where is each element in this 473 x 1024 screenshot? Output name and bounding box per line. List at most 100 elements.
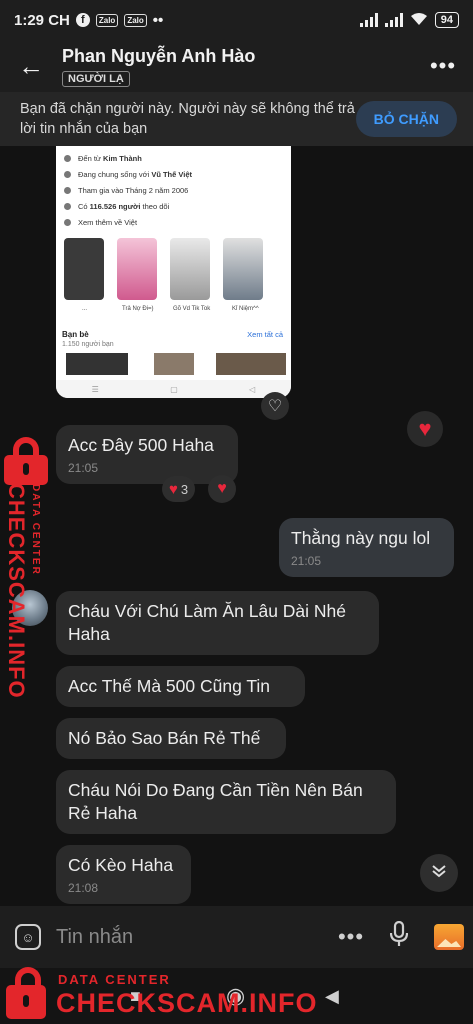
quick-heart-button[interactable]: ♥ <box>407 411 443 447</box>
arrow-left-icon: ← <box>18 50 44 81</box>
message-list[interactable]: Đến từ Kim Thành Đang chung sống với Vũ … <box>0 146 473 906</box>
rss-icon <box>64 202 71 210</box>
thumbnail-caption: Gõ Vd Tik Tok <box>173 306 211 312</box>
thumbnail-caption: ... <box>82 306 88 312</box>
message-text: Acc Đây 500 Haha <box>68 435 214 455</box>
heart-icon: ♥ <box>418 416 432 441</box>
thumbnail-caption: Trả Nợ Đi=) <box>122 306 154 312</box>
thumbnail-caption: Kỉ Niệm^^ <box>232 306 259 312</box>
zalo-icon: Zalo <box>95 13 119 27</box>
status-bar: 1:29 CH f Zalo Zalo •• 94 <box>0 0 473 40</box>
sticker-button[interactable]: ☺ <box>0 906 56 968</box>
profile-info-row: Xem thêm về Việt <box>56 214 291 230</box>
contact-name[interactable]: Phan Nguyễn Anh Hào <box>62 46 413 67</box>
message-time: 21:05 <box>291 554 322 568</box>
back-button[interactable]: ← <box>0 40 62 92</box>
heart-icon: ♥ <box>169 480 178 498</box>
stranger-badge: NGƯỜI LẠ <box>62 70 130 87</box>
message-text: Nó Bảo Sao Bán Rẻ Thế <box>68 728 261 748</box>
friends-label: Bạn bè <box>62 330 89 339</box>
back-nav-button[interactable]: ◀ <box>325 986 339 1007</box>
info-label: Tham gia vào Tháng 2 năm 2006 <box>78 185 189 195</box>
message-text: Cháu Nói Do Đang Cần Tiền Nên Bán Rẻ Hah… <box>68 780 363 823</box>
info-label: Xem thêm về Việt <box>78 217 138 227</box>
more-notifications-icon: •• <box>152 11 164 29</box>
heart-icon: ♥ <box>217 480 227 497</box>
message-bubble[interactable]: Nó Bảo Sao Bán Rẻ Thế <box>56 718 286 759</box>
message-bubble[interactable]: Cháu Nói Do Đang Cần Tiền Nên Bán Rẻ Hah… <box>56 770 396 834</box>
message-text: Acc Thế Mà 500 Cũng Tin <box>68 676 271 696</box>
profile-info-row: Có 116.526 người theo dõi <box>56 198 291 214</box>
message-text: Có Kèo Haha <box>68 855 174 875</box>
clock-icon <box>64 186 71 194</box>
featured-thumbnails <box>64 238 263 300</box>
watermark-lock-icon <box>4 437 48 485</box>
profile-info-row: Đang chung sống với Vũ Thế Việt <box>56 166 291 182</box>
react-button[interactable]: ♥ <box>208 475 236 503</box>
watermark-title: DATA CENTER <box>58 972 171 987</box>
gallery-button[interactable] <box>425 906 473 968</box>
mic-icon <box>389 920 409 952</box>
more-horizontal-icon: ••• <box>337 924 365 949</box>
screenshot-navbar: ☰ ▢ ◁ <box>56 380 291 398</box>
reaction-count: 3 <box>180 481 189 497</box>
more-options-button[interactable]: ••• <box>413 53 473 79</box>
message-bubble[interactable]: Có Kèo Haha 21:08 <box>56 845 191 904</box>
thumbnail <box>117 238 157 300</box>
profile-info-row: Đến từ Kim Thành <box>56 150 291 166</box>
signal-icon <box>359 13 378 27</box>
message-input[interactable]: Tin nhắn <box>56 926 329 949</box>
info-label: Đến từ <box>78 153 104 163</box>
watermark-site: CHECKSCAM.INFO <box>4 483 29 699</box>
friends-count: 1.150 người bạn <box>62 341 114 348</box>
react-button[interactable]: ♡ <box>261 392 289 420</box>
gallery-icon <box>434 924 464 950</box>
thumbnail <box>223 238 263 300</box>
location-icon <box>64 154 71 162</box>
more-horizontal-icon: ••• <box>429 53 457 78</box>
sticker-icon: ☺ <box>15 924 41 950</box>
message-bubble[interactable]: Cháu Với Chú Làm Ăn Lâu Dài Nhé Haha <box>56 591 379 655</box>
blocked-message: Bạn đã chặn người này. Người này sẽ khôn… <box>20 101 355 137</box>
chevron-double-down-icon <box>431 863 447 883</box>
info-label: theo dõi <box>140 201 170 211</box>
info-value: Vũ Thế Việt <box>151 169 193 179</box>
profile-info-row: Tham gia vào Tháng 2 năm 2006 <box>56 182 291 198</box>
friend-photo <box>66 353 128 375</box>
heart-icon <box>64 170 71 178</box>
message-text: Thằng này ngu lol <box>291 528 431 548</box>
message-time: 21:05 <box>68 461 99 475</box>
message-text: Cháu Với Chú Làm Ăn Lâu Dài Nhé Haha <box>68 601 347 644</box>
watermark-lock-icon <box>6 967 46 1019</box>
signal-icon <box>384 13 403 27</box>
scroll-to-bottom-button[interactable] <box>420 854 458 892</box>
chat-header: ← Phan Nguyễn Anh Hào NGƯỜI LẠ ••• <box>0 40 473 92</box>
watermark-site: CHECKSCAM.INFO <box>56 988 318 1018</box>
watermark-title: DATA CENTER <box>30 484 41 576</box>
blocked-banner: Bạn đã chặn người này. Người này sẽ khôn… <box>0 92 473 146</box>
wifi-icon <box>410 12 428 29</box>
info-value: 116.526 người <box>89 201 141 211</box>
message-bubble-sent[interactable]: Thằng này ngu lol 21:05 <box>279 518 454 577</box>
facebook-icon: f <box>75 13 90 27</box>
see-all-link: Xem tất cả <box>247 330 283 339</box>
info-label: Có <box>78 201 90 211</box>
friend-photo <box>216 353 286 375</box>
unblock-button[interactable]: BỎ CHẶN <box>355 101 457 137</box>
message-bubble[interactable]: Acc Thế Mà 500 Cũng Tin <box>56 666 305 707</box>
message-bubble[interactable]: Acc Đây 500 Haha 21:05 <box>56 425 238 484</box>
voice-button[interactable] <box>373 920 425 953</box>
info-label: Đang chung sống với <box>78 169 152 179</box>
shared-image[interactable]: Đến từ Kim Thành Đang chung sống với Vũ … <box>56 146 291 398</box>
reaction-summary[interactable]: ♥ 3 <box>162 476 196 502</box>
message-time: 21:08 <box>68 881 99 895</box>
info-value: Kim Thành <box>103 153 142 163</box>
thumbnail <box>64 238 104 300</box>
more-icon <box>64 218 71 226</box>
zalo-icon: Zalo <box>124 13 147 27</box>
friend-photo <box>154 353 194 375</box>
thumbnail <box>170 238 210 300</box>
battery-icon: 94 <box>434 12 459 28</box>
heart-outline-icon: ♡ <box>267 398 283 415</box>
more-actions-button[interactable]: ••• <box>329 924 373 950</box>
